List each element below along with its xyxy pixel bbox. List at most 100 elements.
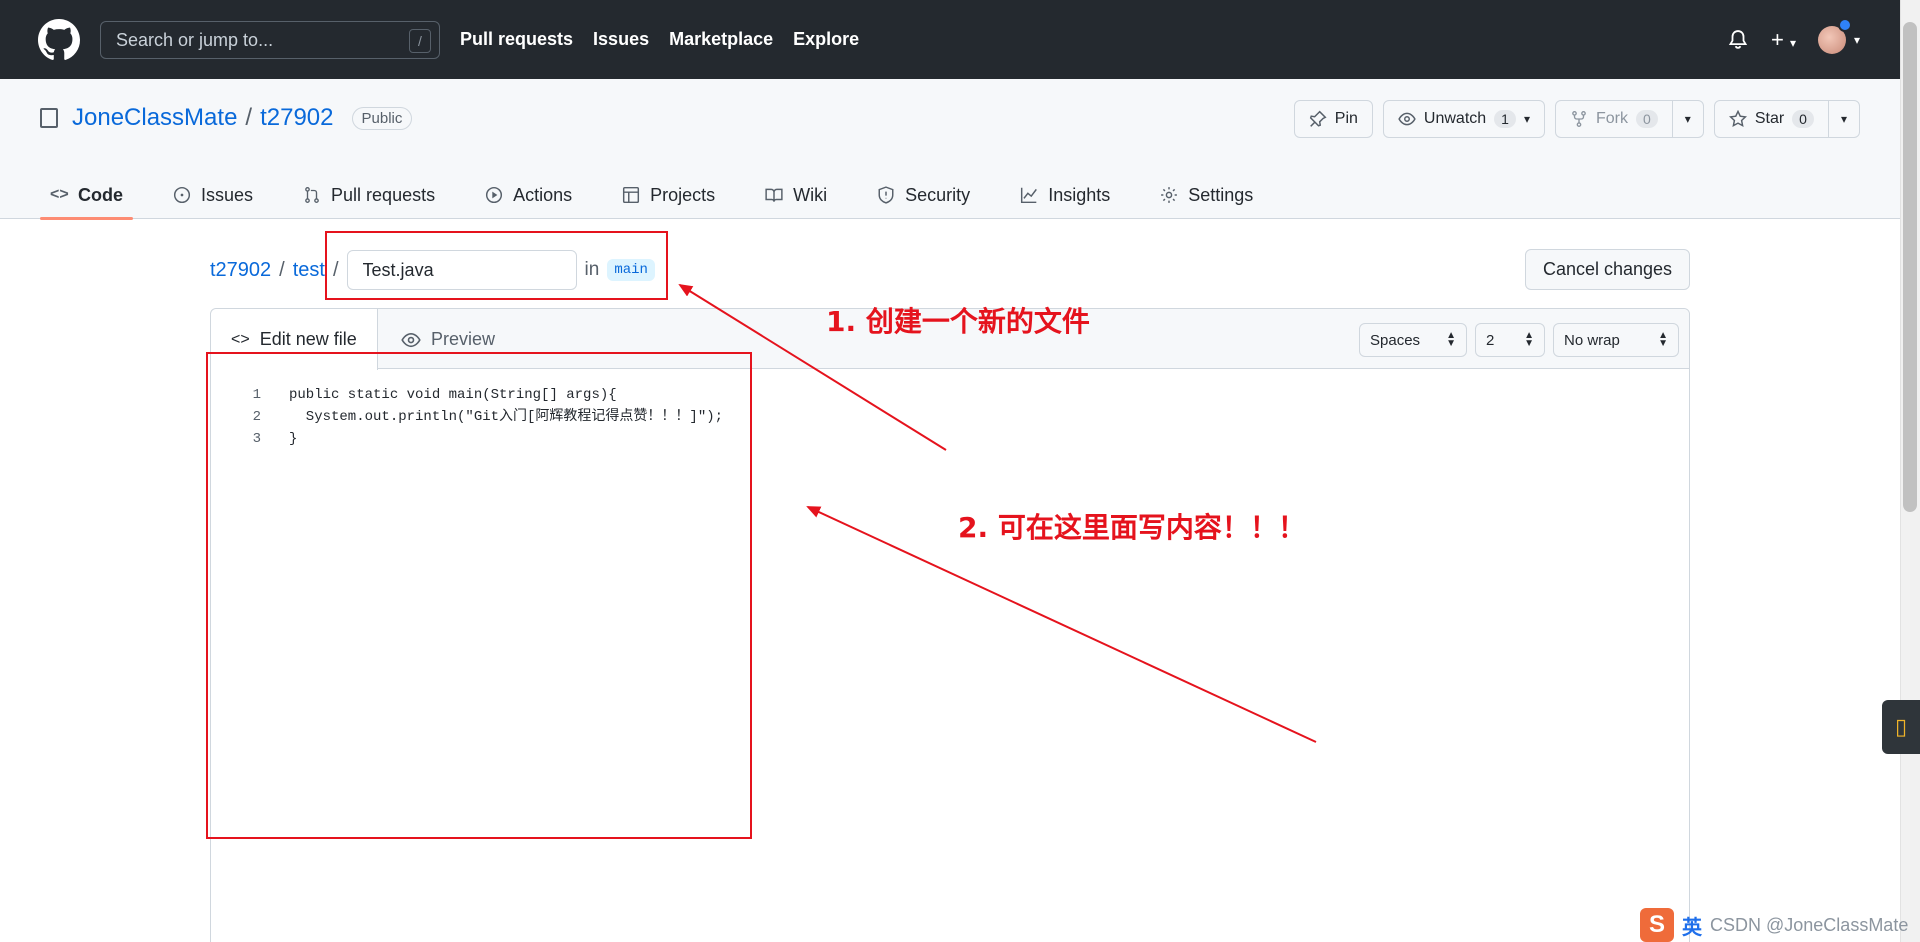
indent-size-select[interactable]: 2 ▲ ▼ bbox=[1475, 323, 1545, 357]
star-chevron-down-icon[interactable]: ▾ bbox=[1827, 101, 1859, 137]
pin-button[interactable]: Pin bbox=[1293, 100, 1373, 138]
breadcrumb-folder-link[interactable]: test bbox=[293, 259, 325, 282]
select-arrows-icon: ▲ ▼ bbox=[1446, 330, 1456, 349]
fork-label: Fork bbox=[1596, 110, 1628, 127]
watch-count: 1 bbox=[1494, 110, 1516, 128]
visibility-badge: Public bbox=[351, 106, 413, 130]
tab-pull-requests-label: Pull requests bbox=[331, 184, 436, 205]
tab-insights[interactable]: Insights bbox=[1010, 171, 1120, 219]
wrap-mode-value: No wrap bbox=[1564, 331, 1620, 349]
eye-icon bbox=[1398, 112, 1416, 126]
tab-projects-label: Projects bbox=[650, 184, 716, 205]
table-icon bbox=[623, 186, 640, 204]
csdn-watermark: S 英 CSDN @JoneClassMate bbox=[1640, 908, 1908, 942]
breadcrumb-separator: / bbox=[279, 258, 285, 281]
side-floating-widget[interactable]: ▯ bbox=[1882, 700, 1920, 754]
indent-size-value: 2 bbox=[1486, 331, 1495, 349]
gear-icon bbox=[1161, 187, 1178, 203]
fork-button[interactable]: Fork 0 ▾ bbox=[1555, 100, 1704, 138]
eye-icon bbox=[401, 332, 421, 347]
nav-issues[interactable]: Issues bbox=[593, 29, 649, 50]
chevron-down-icon: ▾ bbox=[1789, 35, 1796, 50]
fork-chevron-down-icon[interactable]: ▾ bbox=[1671, 101, 1703, 137]
tab-code[interactable]: <> Code bbox=[40, 171, 133, 220]
unwatch-chevron-down-icon[interactable]: ▾ bbox=[1524, 112, 1530, 126]
search-input[interactable] bbox=[101, 22, 439, 58]
tab-preview-label: Preview bbox=[431, 329, 496, 349]
page-root: / Pull requests Issues Marketplace Explo… bbox=[0, 0, 1920, 942]
tab-issues-label: Issues bbox=[201, 184, 254, 205]
star-button[interactable]: Star 0 ▾ bbox=[1713, 100, 1860, 138]
tab-wiki-label: Wiki bbox=[793, 184, 828, 205]
global-search[interactable]: / bbox=[100, 21, 440, 59]
tab-edit-label: Edit new file bbox=[259, 329, 357, 349]
tab-security-label: Security bbox=[905, 184, 971, 205]
star-count: 0 bbox=[1792, 110, 1814, 128]
scrollbar-thumb[interactable] bbox=[1903, 22, 1917, 512]
github-logo-icon[interactable] bbox=[38, 19, 80, 61]
star-icon bbox=[1728, 110, 1747, 128]
create-new-button[interactable]: + ▾ bbox=[1771, 27, 1796, 53]
star-label: Star bbox=[1754, 110, 1785, 127]
play-icon bbox=[486, 186, 503, 204]
fork-count: 0 bbox=[1636, 110, 1658, 128]
annotation-note-2: 2. 可在这里面写内容！！！ bbox=[958, 511, 1306, 544]
graph-icon bbox=[1021, 187, 1038, 204]
search-shortcut-hint: / bbox=[409, 29, 431, 53]
tab-insights-label: Insights bbox=[1048, 184, 1111, 205]
bell-icon[interactable] bbox=[1727, 29, 1749, 51]
watermark-text: CSDN @JoneClassMate bbox=[1710, 914, 1909, 935]
avatar-chevron-down-icon[interactable]: ▾ bbox=[1854, 33, 1860, 47]
cup-icon: ▯ bbox=[1894, 714, 1908, 739]
repo-title: JoneClassMate / t27902 Public bbox=[40, 104, 413, 132]
unwatch-label: Unwatch bbox=[1423, 110, 1487, 127]
cancel-changes-button[interactable]: Cancel changes bbox=[1525, 249, 1690, 290]
tab-security[interactable]: Security bbox=[867, 171, 980, 219]
global-nav: Pull requests Issues Marketplace Explore bbox=[460, 0, 859, 79]
repo-owner-link[interactable]: JoneClassMate bbox=[72, 104, 237, 132]
editor-options: Spaces ▲ ▼ 2 ▲ ▼ No wrap ▲ ▼ bbox=[1359, 323, 1679, 357]
issue-opened-icon bbox=[173, 186, 191, 204]
notification-dot bbox=[1837, 17, 1852, 32]
tab-actions[interactable]: Actions bbox=[475, 171, 582, 219]
annotation-box-editor bbox=[206, 352, 752, 839]
nav-pull-requests[interactable]: Pull requests bbox=[460, 29, 573, 50]
page-scrollbar[interactable] bbox=[1900, 0, 1920, 942]
repo-tabs: <> Code Issues Pull requests Actions Pro… bbox=[40, 171, 1263, 220]
tab-pull-requests[interactable]: Pull requests bbox=[293, 171, 445, 219]
annotation-note-1: 1. 创建一个新的文件 bbox=[826, 305, 1090, 338]
annotation-box-filename bbox=[325, 231, 668, 300]
nav-marketplace[interactable]: Marketplace bbox=[669, 29, 773, 50]
book-icon bbox=[765, 188, 783, 202]
fork-icon bbox=[1572, 111, 1586, 127]
indent-mode-value: Spaces bbox=[1370, 331, 1421, 349]
header-actions: + ▾ ▾ bbox=[1727, 0, 1860, 79]
user-avatar[interactable] bbox=[1817, 17, 1852, 54]
tab-actions-label: Actions bbox=[513, 184, 573, 205]
plus-icon: + bbox=[1770, 26, 1784, 52]
indent-mode-select[interactable]: Spaces ▲ ▼ bbox=[1359, 323, 1467, 357]
breadcrumb-repo-link[interactable]: t27902 bbox=[210, 259, 271, 282]
ime-language-indicator: 英 bbox=[1682, 916, 1702, 939]
repo-actions: Pin Unwatch 1 ▾ Fork 0 ▾ Star 0 ▾ bbox=[1293, 100, 1860, 138]
tab-code-label: Code bbox=[78, 184, 123, 205]
sogou-ime-logo: S bbox=[1640, 908, 1674, 942]
wrap-mode-select[interactable]: No wrap ▲ ▼ bbox=[1553, 323, 1679, 357]
tab-projects[interactable]: Projects bbox=[612, 171, 725, 219]
repo-title-separator: / bbox=[245, 104, 253, 131]
pull-request-icon bbox=[305, 187, 319, 203]
pin-icon bbox=[1309, 110, 1327, 127]
repo-icon bbox=[40, 108, 58, 128]
repo-header: JoneClassMate / t27902 Public Pin Unwatc… bbox=[0, 79, 1900, 220]
tab-settings-label: Settings bbox=[1188, 184, 1254, 205]
code-icon: <> bbox=[231, 330, 250, 348]
nav-explore[interactable]: Explore bbox=[793, 29, 859, 50]
tab-issues[interactable]: Issues bbox=[163, 171, 263, 219]
pin-label: Pin bbox=[1334, 110, 1358, 127]
tab-wiki[interactable]: Wiki bbox=[755, 171, 837, 219]
repo-name-link[interactable]: t27902 bbox=[260, 104, 333, 132]
select-arrows-icon: ▲ ▼ bbox=[1524, 330, 1534, 349]
select-arrows-icon: ▲ ▼ bbox=[1658, 330, 1668, 349]
unwatch-button[interactable]: Unwatch 1 ▾ bbox=[1382, 100, 1545, 138]
tab-settings[interactable]: Settings bbox=[1150, 171, 1263, 219]
